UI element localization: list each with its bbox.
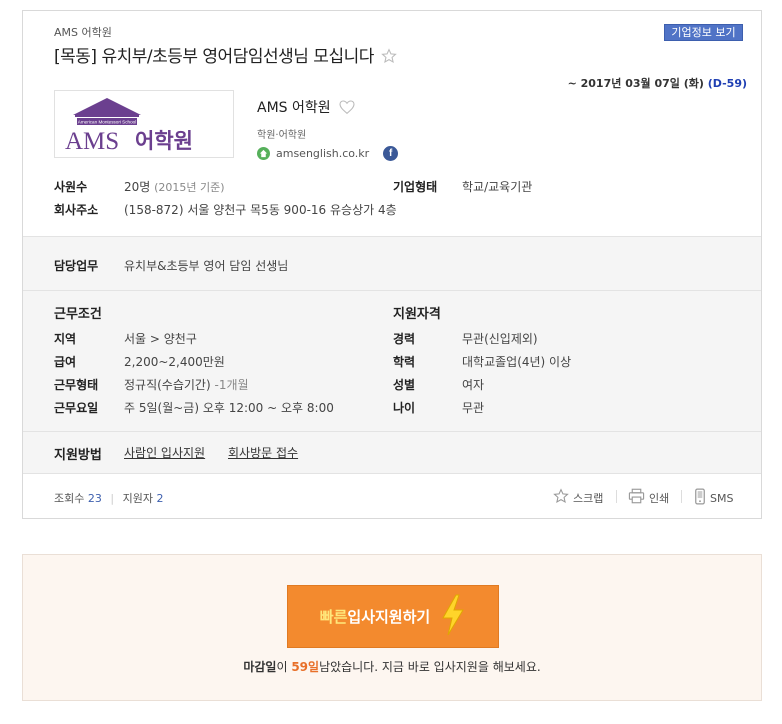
home-icon (257, 147, 270, 160)
divider (23, 431, 761, 432)
company-website-link[interactable]: amsenglish.co.kr (276, 147, 369, 160)
condition-label: 급여 (54, 355, 77, 369)
condition-value: 서울 > 양천구 (124, 332, 197, 346)
quick-apply-label: 빠른입사지원하기 (320, 606, 430, 627)
applicants-count: 2 (156, 492, 164, 505)
scrap-button[interactable]: 스크랩 (553, 488, 603, 507)
msg-post: 남았습니다. 지금 바로 입사지원을 해보세요. (319, 660, 541, 674)
condition-value: 정규직(수습기간) -1개월 (124, 376, 249, 393)
corp-info-button[interactable]: 기업정보 보기 (664, 24, 743, 41)
job-title: [목동] 유치부/초등부 영어담임선생님 모십니다 (54, 42, 397, 69)
condition-label: 근무요일 (54, 401, 99, 415)
action-separator (616, 490, 617, 503)
dday-badge: (D-59) (707, 77, 747, 90)
address-label: 회사주소 (54, 203, 99, 217)
qualification-value: 대학교졸업(4년) 이상 (462, 355, 572, 369)
sms-label: SMS (710, 491, 734, 505)
views-label: 조회수 (54, 492, 85, 505)
star-icon (553, 488, 569, 507)
company-type-label: 기업형태 (393, 180, 438, 194)
company-name-text[interactable]: AMS 어학원 (257, 100, 331, 116)
days-left: 59일 (291, 660, 320, 674)
qualification-label: 학력 (393, 355, 416, 369)
facebook-icon[interactable]: f (383, 146, 399, 161)
sms-button[interactable]: SMS (694, 488, 733, 508)
condition-value: 2,200~2,400만원 (124, 355, 225, 369)
company-name: AMS 어학원 (257, 97, 355, 118)
quick-apply-button[interactable]: 빠른입사지원하기 (287, 585, 499, 648)
qualification-label: 성별 (393, 378, 416, 392)
condition-label: 지역 (54, 332, 77, 346)
quick-apply-rest: 입사지원하기 (347, 608, 431, 626)
condition-value: 주 5일(월~금) 오후 12:00 ~ 오후 8:00 (124, 401, 334, 415)
company-website-row: amsenglish.co.kr f (257, 146, 399, 161)
apply-method-saramin-link[interactable]: 사람인 입사지원 (124, 444, 205, 461)
job-title-text: [목동] 유치부/초등부 영어담임선생님 모십니다 (54, 47, 374, 67)
logo-ams-text: AMS (65, 128, 119, 155)
views-count: 23 (87, 492, 102, 505)
heart-icon[interactable] (339, 100, 355, 118)
deadline-message: 마감일이 59일남았습니다. 지금 바로 입사지원을 해보세요. (23, 658, 761, 675)
divider (23, 290, 761, 291)
employees-count: 20명 (124, 180, 151, 194)
qualification-value: 무관 (462, 401, 485, 415)
printer-icon (628, 488, 645, 507)
qualification-value: 여자 (462, 378, 485, 392)
conditions-heading: 근무조건 (54, 307, 102, 322)
scrap-label: 스크랩 (573, 491, 604, 505)
condition-label: 근무형태 (54, 378, 99, 392)
logo-tagline: American Montessori School (78, 120, 136, 125)
stats-separator: | (110, 492, 115, 505)
msg-pre: 이 (276, 660, 292, 674)
quick-apply-box: 빠른입사지원하기 마감일이 59일남았습니다. 지금 바로 입사지원을 해보세요… (22, 554, 762, 701)
qualification-label: 경력 (393, 332, 416, 346)
address-value: (158-872) 서울 양천구 목5동 900-16 유승상가 4층 (124, 203, 397, 217)
stats-row: 조회수 23 | 지원자 2 스크랩 인쇄 SMS (23, 473, 761, 518)
action-separator (681, 490, 682, 503)
company-category: 학원·어학원 (257, 130, 307, 141)
company-name-small[interactable]: AMS 어학원 (54, 24, 112, 40)
view-stats: 조회수 23 | 지원자 2 (54, 490, 163, 506)
job-posting-card: AMS 어학원 기업정보 보기 [목동] 유치부/초등부 영어담임선생님 모십니… (22, 10, 762, 519)
star-icon[interactable] (380, 48, 397, 69)
apply-method-visit-link[interactable]: 회사방문 접수 (228, 444, 298, 461)
qualifications-heading: 지원자격 (393, 307, 441, 322)
applicants-label: 지원자 (122, 492, 153, 505)
phone-icon (694, 488, 706, 508)
duty-value: 유치부&초등부 영어 담임 선생님 (124, 259, 289, 273)
deadline-date: ~ 2017년 03월 07일 (화) (567, 77, 704, 90)
qualification-value: 무관(신입제외) (462, 332, 538, 346)
employees-label: 사원수 (54, 180, 88, 194)
duty-label: 담당업무 (54, 259, 99, 273)
employees-note: (2015년 기준) (154, 181, 225, 194)
lightning-icon (440, 594, 466, 639)
print-label: 인쇄 (649, 491, 670, 505)
probation-note: -1개월 (214, 378, 249, 392)
company-logo[interactable]: American Montessori School AMS 어학원 (54, 90, 234, 158)
company-type-value: 학교/교육기관 (462, 180, 533, 194)
quick-apply-highlight: 빠른 (319, 608, 348, 626)
qualification-label: 나이 (393, 401, 416, 415)
logo-korean-text: 어학원 (135, 129, 193, 153)
apply-method-label: 지원방법 (54, 448, 102, 463)
employees-value: 20명 (2015년 기준) (124, 178, 225, 195)
deadline-word: 마감일 (243, 660, 277, 674)
print-button[interactable]: 인쇄 (628, 488, 669, 507)
work-type-value: 정규직(수습기간) (124, 378, 211, 392)
deadline-info: ~ 2017년 03월 07일 (화) (D-59) (568, 75, 747, 91)
